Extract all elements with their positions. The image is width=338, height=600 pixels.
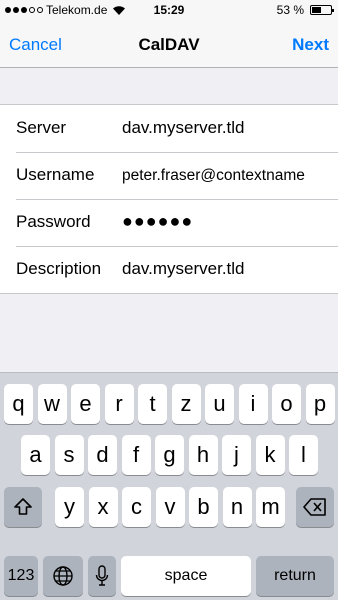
- username-label: Username: [16, 165, 95, 184]
- server-label: Server: [16, 118, 67, 137]
- shift-icon: [14, 498, 32, 515]
- key-o[interactable]: o: [272, 384, 301, 424]
- numbers-key[interactable]: 123: [4, 556, 38, 596]
- description-row[interactable]: Description dav.myserver.tld: [0, 246, 338, 293]
- description-label: Description: [16, 259, 102, 278]
- status-bar: Telekom.de 15:29 53 %: [0, 0, 338, 20]
- key-h[interactable]: h: [188, 435, 218, 475]
- username-field[interactable]: peter.fraser@contextname: [122, 167, 305, 185]
- password-row[interactable]: Password ●●●●●●: [0, 199, 338, 246]
- server-field[interactable]: dav.myserver.tld: [122, 118, 245, 138]
- shift-key[interactable]: [4, 487, 42, 527]
- key-j[interactable]: j: [222, 435, 251, 475]
- key-f[interactable]: f: [121, 435, 151, 475]
- key-e[interactable]: e: [71, 384, 100, 424]
- battery-percent: 53 %: [276, 3, 304, 17]
- key-l[interactable]: l: [289, 435, 318, 475]
- backspace-icon: [303, 498, 326, 516]
- key-r[interactable]: r: [104, 384, 134, 424]
- username-row[interactable]: Username peter.fraser@contextname: [0, 152, 338, 199]
- key-t[interactable]: t: [138, 384, 167, 424]
- key-n[interactable]: n: [222, 487, 252, 527]
- key-c[interactable]: c: [122, 487, 151, 527]
- globe-key[interactable]: [43, 556, 83, 596]
- key-q[interactable]: q: [4, 384, 33, 424]
- key-s[interactable]: s: [54, 435, 84, 475]
- server-row[interactable]: Server dav.myserver.tld: [0, 105, 338, 152]
- dictation-key[interactable]: [88, 556, 116, 596]
- description-field[interactable]: dav.myserver.tld: [122, 259, 245, 279]
- key-b[interactable]: b: [189, 487, 218, 527]
- microphone-icon: [95, 565, 109, 586]
- navigation-bar: Cancel CalDAV Next: [0, 20, 338, 68]
- page-title: CalDAV: [138, 35, 200, 54]
- key-y[interactable]: y: [55, 487, 84, 527]
- key-w[interactable]: w: [37, 384, 67, 424]
- status-right: 53 %: [276, 3, 334, 17]
- key-g[interactable]: g: [155, 435, 184, 475]
- account-form: Server dav.myserver.tld Username peter.f…: [0, 104, 338, 294]
- backspace-key[interactable]: [296, 487, 334, 527]
- keyboard: 123 space return qwertzuiop asdfghjkl yxcv…: [0, 372, 338, 600]
- key-x[interactable]: x: [88, 487, 118, 527]
- key-u[interactable]: u: [205, 384, 234, 424]
- space-key[interactable]: space: [121, 556, 251, 596]
- key-z[interactable]: z: [171, 384, 201, 424]
- key-d[interactable]: d: [88, 435, 117, 475]
- next-button[interactable]: Next: [292, 35, 329, 55]
- key-k[interactable]: k: [255, 435, 285, 475]
- key-i[interactable]: i: [238, 384, 268, 424]
- key-a[interactable]: a: [21, 435, 50, 475]
- password-label: Password: [16, 212, 91, 231]
- key-v[interactable]: v: [155, 487, 185, 527]
- battery-icon: [310, 5, 334, 15]
- globe-icon: [53, 566, 73, 586]
- battery-level: [312, 7, 321, 13]
- password-field[interactable]: ●●●●●●: [122, 211, 193, 232]
- return-key[interactable]: return: [256, 556, 334, 596]
- key-m[interactable]: m: [256, 487, 285, 527]
- key-p[interactable]: p: [305, 384, 335, 424]
